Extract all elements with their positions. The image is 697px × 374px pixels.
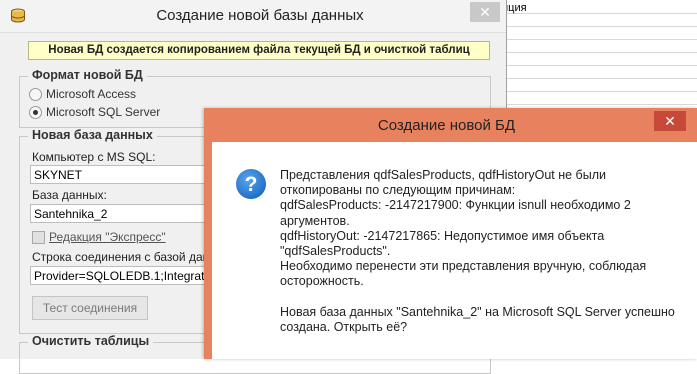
message-line: Представления qdfSalesProducts, qdfHisto… xyxy=(280,168,606,182)
database-icon xyxy=(10,8,26,26)
clear-tables-group-title: Очистить таблицы xyxy=(28,334,154,348)
sheet-row xyxy=(500,91,697,105)
sheet-row xyxy=(500,78,697,92)
message-line: Необходимо перенести эти представления в… xyxy=(280,259,647,274)
info-banner: Новая БД создается копированием файла те… xyxy=(28,41,490,60)
computer-field[interactable]: SKYNET xyxy=(30,165,210,184)
message-line: аргументов. xyxy=(280,213,350,228)
message-paragraph: Новая база данных "Santehnika_2" на Micr… xyxy=(280,305,685,335)
express-edition-label: Редакция "Экспресс" xyxy=(49,230,166,244)
message-title: Создание новой БД xyxy=(377,117,516,134)
message-line: осторожность. xyxy=(280,274,364,289)
sheet-row xyxy=(500,39,697,53)
sheet-row: иция xyxy=(500,0,697,14)
message-titlebar: Создание новой БД ✕ xyxy=(204,108,697,142)
message-line: qdfHistoryOut: -2147217865: Недопустимое… xyxy=(280,228,605,243)
new-database-group-title: Новая база данных xyxy=(28,128,157,142)
database-label: База данных: xyxy=(32,188,107,202)
message-body: ? Представления qdfSalesProducts, qdfHis… xyxy=(212,142,697,359)
format-group-title: Формат новой БД xyxy=(28,68,147,82)
message-line: Новая база данных "Santehnika_2" на Micr… xyxy=(280,304,675,319)
close-button[interactable]: ✕ xyxy=(470,2,500,22)
message-line: откопированы по следующим причинам: xyxy=(280,183,516,198)
test-connection-button[interactable]: Тест соединения xyxy=(32,296,148,320)
radio-label: Microsoft SQL Server xyxy=(46,105,161,119)
express-edition-checkbox[interactable] xyxy=(32,231,45,244)
sheet-row xyxy=(500,26,697,40)
radio-button[interactable] xyxy=(29,88,42,101)
sheet-row xyxy=(500,65,697,79)
message-line: qdfSalesProducts: -2147217900: Функции i… xyxy=(280,198,631,213)
database-name-field[interactable]: Santehnika_2 xyxy=(30,204,210,223)
dialog-title: Создание новой базы данных xyxy=(156,7,364,24)
message-text: Представления qdfSalesProducts, qdfHisto… xyxy=(280,168,685,335)
dialog-titlebar: Создание новой базы данных ✕ xyxy=(0,0,506,33)
message-line: "qdfSalesProducts". xyxy=(280,244,391,259)
radio-button-selected[interactable] xyxy=(29,106,42,119)
computer-label: Компьютер с MS SQL: xyxy=(32,150,156,164)
connection-string-field[interactable]: Provider=SQLOLEDB.1;Integrated S xyxy=(30,266,210,285)
message-paragraph: Представления qdfSalesProducts, qdfHisto… xyxy=(280,168,685,290)
sheet-row xyxy=(500,13,697,27)
radio-label: Microsoft Access xyxy=(46,87,137,101)
svg-text:?: ? xyxy=(245,173,258,196)
background-spreadsheet: иция xyxy=(500,0,697,110)
message-line: создана. Открыть её? xyxy=(280,319,408,334)
question-icon: ? xyxy=(235,168,267,203)
message-box: Создание новой БД ✕ ? Представления qdfS… xyxy=(204,108,697,359)
message-close-button[interactable]: ✕ xyxy=(654,111,686,131)
sheet-row xyxy=(500,52,697,66)
connection-string-label: Строка соединения с базой данных xyxy=(32,250,231,264)
